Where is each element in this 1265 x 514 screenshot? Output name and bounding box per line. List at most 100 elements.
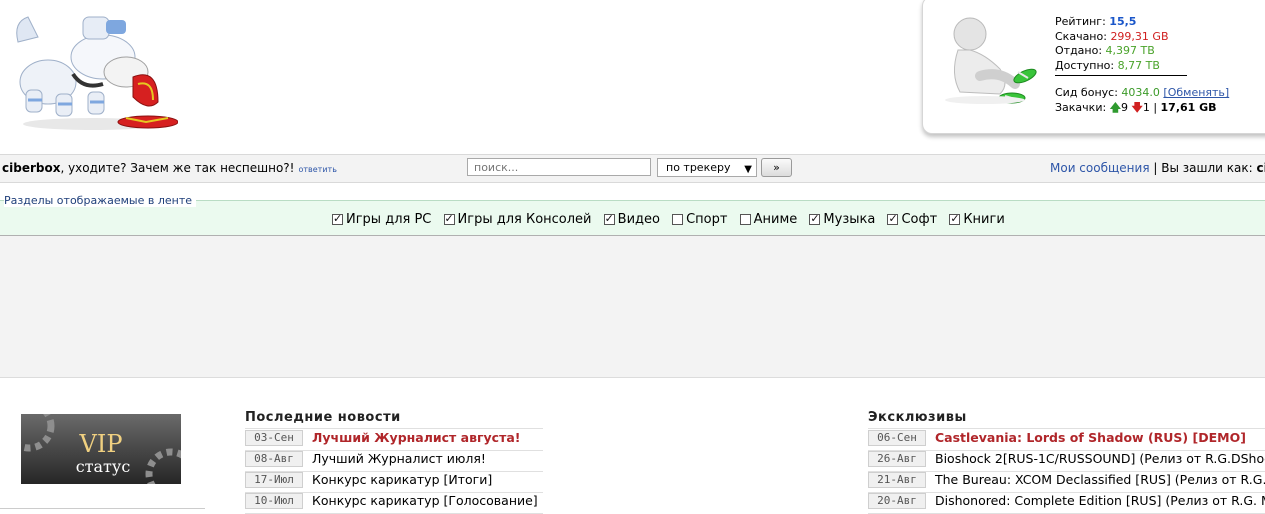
arrow-down-icon: 🡇: [1131, 100, 1143, 114]
username[interactable]: ciberbox: [2, 161, 60, 175]
available-value: 8,77 TB: [1117, 58, 1160, 72]
user-stats: Рейтинг: 15,5 Скачано: 299,31 GB Отдано:…: [1055, 15, 1229, 115]
section-games-console[interactable]: Игры для Консолей: [443, 212, 592, 227]
checkbox-checked-icon[interactable]: [332, 212, 343, 225]
banner-area: [0, 236, 1265, 378]
exclusives-title: Эксклюзивы: [868, 410, 967, 425]
exclusive-date: 26-Авг: [868, 451, 926, 467]
exchange-bonus-link[interactable]: [Обменять]: [1163, 86, 1229, 99]
exclusive-date: 20-Авг: [868, 493, 926, 509]
checkbox-checked-icon[interactable]: [949, 212, 961, 225]
section-label: Игры для PC: [346, 212, 432, 227]
news-link[interactable]: Конкурс карикатур [Голосование]: [312, 493, 538, 508]
greeting-text: , уходите? Зачем же так неспешно?!: [60, 161, 295, 175]
exclusive-row: 21-Авг The Bureau: XCOM Declassified [RUS…: [868, 472, 1265, 492]
section-label: Игры для Консолей: [457, 212, 592, 227]
news-row: 10-Июл Конкурс карикатур [Голосование]: [245, 493, 543, 513]
exclusive-row: 06-Сен Castlevania: Lords of Shadow (RUS)…: [868, 430, 1265, 450]
downloads-separator: |: [1153, 100, 1158, 114]
available-row: Доступно: 8,77 TB: [1055, 59, 1229, 74]
checkbox-unchecked-icon[interactable]: [672, 214, 684, 225]
exclusive-row: 20-Авг Dishonored: Complete Edition [RUS]…: [868, 493, 1265, 513]
section-anime[interactable]: Аниме: [739, 212, 798, 227]
downloads-active-count: 9: [1121, 100, 1128, 114]
uploaded-label: Отдано:: [1055, 44, 1103, 57]
checkbox-checked-icon[interactable]: [443, 212, 455, 225]
news-title: Последние новости: [245, 410, 401, 425]
news-row: 17-Июл Конкурс карикатур [Итоги]: [245, 472, 543, 492]
news-link[interactable]: Лучший Журналист августа!: [312, 430, 520, 445]
available-label: Доступно:: [1055, 58, 1115, 72]
section-video[interactable]: Видео: [603, 212, 660, 227]
reply-link[interactable]: ответить: [298, 165, 336, 174]
section-label: Софт: [901, 212, 938, 227]
stats-divider: [1055, 75, 1187, 76]
downloads-size: 17,61 GB: [1160, 100, 1217, 114]
news-link[interactable]: Конкурс карикатур [Итоги]: [312, 472, 492, 487]
news-date: 03-Сен: [245, 430, 303, 446]
downloaded-value: 299,31 GB: [1110, 29, 1169, 43]
news-date: 17-Июл: [245, 472, 303, 488]
news-row: 03-Сен Лучший Журналист августа!: [245, 430, 543, 450]
sections-checkbox-list: Игры для PC Игры для Консолей Видео Спор…: [332, 212, 1013, 227]
section-label: Аниме: [753, 212, 798, 227]
section-software[interactable]: Софт: [887, 212, 937, 227]
search-button[interactable]: »: [761, 158, 792, 177]
downloaded-row: Скачано: 299,31 GB: [1055, 30, 1229, 45]
exclusive-date: 21-Авг: [868, 472, 926, 488]
downloads-label: Закачки:: [1055, 100, 1107, 114]
checkbox-checked-icon[interactable]: [809, 212, 821, 225]
rating-label: Рейтинг:: [1055, 15, 1106, 28]
logged-in-username[interactable]: cib: [1256, 161, 1265, 175]
section-label: Спорт: [686, 212, 728, 227]
vip-line1: VIP: [79, 430, 123, 458]
logout-greeting: ciberbox, уходите? Зачем же так неспешно…: [2, 161, 337, 175]
vip-line2: статус: [76, 457, 131, 476]
news-link[interactable]: Лучший Журналист июля!: [312, 451, 486, 466]
user-avatar[interactable]: [940, 14, 1040, 106]
seed-bonus-row: Сид бонус: 4034.0 [Обменять]: [1055, 86, 1229, 101]
section-label: Музыка: [823, 212, 876, 227]
rating-row: Рейтинг: 15,5: [1055, 15, 1229, 30]
vip-status-banner[interactable]: VIP статус: [21, 414, 181, 484]
section-games-pc[interactable]: Игры для PC: [332, 212, 431, 227]
chevron-down-icon: ▼: [744, 164, 752, 175]
exclusive-link[interactable]: Castlevania: Lords of Shadow (RUS) [DEMO…: [935, 430, 1246, 445]
exclusives-header-divider: [868, 428, 1265, 429]
section-books[interactable]: Книги: [949, 212, 1005, 227]
seed-bonus-label: Сид бонус:: [1055, 86, 1118, 99]
news-header-divider: [245, 428, 543, 429]
exclusive-link[interactable]: The Bureau: XCOM Declassified [RUS] (Рел…: [935, 472, 1265, 487]
downloads-row: Закачки: 🡅9 🡇1 | 17,61 GB: [1055, 101, 1229, 116]
rating-value: 15,5: [1109, 15, 1137, 28]
news-date: 08-Авг: [245, 451, 303, 467]
section-label: Книги: [963, 212, 1005, 227]
sections-title: Разделы отображаемые в ленте: [4, 194, 196, 207]
section-music[interactable]: Музыка: [809, 212, 875, 227]
left-column-divider: [0, 508, 205, 509]
seed-bonus-value: 4034.0: [1121, 86, 1160, 99]
exclusive-link[interactable]: Bioshock 2[RUS-1C/RUSSOUND] (Релиз от R.…: [935, 451, 1265, 466]
uploaded-value: 4,397 TB: [1105, 44, 1155, 57]
downloaded-label: Скачано:: [1055, 29, 1107, 43]
checkbox-unchecked-icon[interactable]: [739, 214, 751, 225]
search-input[interactable]: [467, 158, 651, 176]
logged-in-label: | Вы зашли как:: [1149, 161, 1257, 175]
news-row: 08-Авг Лучший Журналист июля!: [245, 451, 543, 471]
downloads-leeching-count: 1: [1142, 100, 1150, 114]
arrow-up-icon: 🡅: [1109, 100, 1121, 114]
my-messages-link[interactable]: Мои сообщения: [1050, 161, 1150, 175]
section-label: Видео: [617, 212, 660, 227]
checkbox-checked-icon[interactable]: [887, 212, 899, 225]
checkbox-checked-icon[interactable]: [603, 212, 615, 225]
site-logo-dog[interactable]: [8, 12, 178, 134]
exclusive-date: 06-Сен: [868, 430, 926, 446]
news-date: 10-Июл: [245, 493, 303, 509]
search-scope-select[interactable]: по трекеру ▼: [657, 158, 757, 177]
section-sport[interactable]: Спорт: [672, 212, 727, 227]
exclusive-link[interactable]: Dishonored: Complete Edition [RUS] (Рели…: [935, 493, 1265, 508]
search-scope-value: по трекеру: [666, 161, 731, 174]
uploaded-row: Отдано: 4,397 TB: [1055, 44, 1229, 59]
user-nav: Мои сообщения | Вы зашли как: cib: [1050, 161, 1265, 175]
exclusive-row: 26-Авг Bioshock 2[RUS-1C/RUSSOUND] (Релиз…: [868, 451, 1265, 471]
